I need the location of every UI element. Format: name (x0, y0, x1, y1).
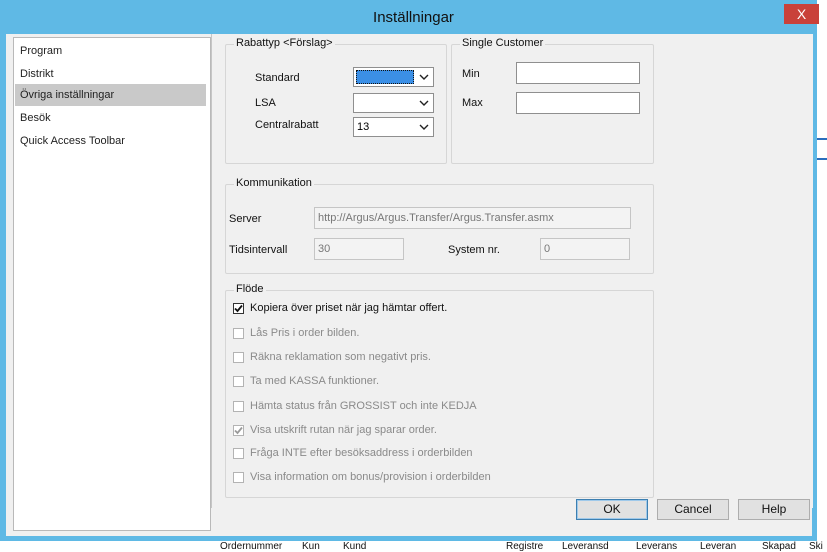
tidsintervall-label: Tidsintervall (229, 244, 288, 256)
nav-item-besok[interactable]: Besök (15, 107, 206, 129)
standard-label: Standard (255, 72, 300, 84)
server-label: Server (229, 213, 262, 225)
chevron-down-icon (419, 74, 429, 80)
option-label: Hämta status från GROSSIST och inte KEDJ… (250, 400, 477, 412)
option-label: Visa utskrift rutan när jag sparar order… (250, 424, 437, 436)
background-app-accent (817, 138, 827, 140)
checkbox[interactable] (233, 448, 244, 459)
background-column-header: Skapad (762, 541, 796, 552)
min-label: Min (462, 68, 480, 80)
flode-group-title: Flöde (234, 283, 266, 295)
help-button[interactable]: Help (738, 499, 810, 520)
checkbox[interactable] (233, 472, 244, 483)
background-column-header: Kund (343, 541, 367, 552)
background-column-header: Registre (506, 541, 544, 552)
tidsintervall-input[interactable]: 30 (314, 238, 404, 260)
background-column-header: Kun (302, 541, 320, 552)
checkbox[interactable] (233, 328, 244, 339)
lsa-select[interactable] (353, 93, 434, 113)
close-icon: X (796, 6, 807, 22)
checkmark-icon (234, 426, 243, 435)
background-column-header: Leveransd (562, 541, 609, 552)
centralrabatt-value: 13 (357, 121, 370, 133)
system-nr-value: 0 (544, 243, 551, 255)
background-column-header: Leveran (700, 541, 737, 552)
background-column-header: Ski (809, 541, 823, 552)
checkbox[interactable] (233, 376, 244, 387)
close-button[interactable]: X (784, 4, 819, 24)
nav-item-distrikt[interactable]: Distrikt (15, 63, 206, 85)
chevron-down-icon (419, 100, 429, 106)
option-label: Fråga INTE efter besöksaddress i orderbi… (250, 447, 473, 459)
system-nr-input[interactable]: 0 (540, 238, 630, 260)
background-column-header: Leverans (636, 541, 678, 552)
background-app-header-row: Ordernummer Kun Kund Registre Leveransd … (0, 540, 827, 552)
ok-button[interactable]: OK (576, 499, 648, 520)
background-app-edge (816, 0, 827, 552)
checkbox[interactable] (233, 352, 244, 363)
centralrabatt-label: Centralrabatt (255, 119, 319, 131)
nav-item-ovriga-installningar[interactable]: Övriga inställningar (15, 84, 206, 106)
kommunikation-group-title: Kommunikation (234, 177, 314, 189)
single-customer-group-title: Single Customer (460, 37, 546, 49)
checkmark-icon (234, 304, 243, 313)
option-label: Ta med KASSA funktioner. (250, 375, 380, 387)
server-input[interactable]: http://Argus/Argus.Transfer/Argus.Transf… (314, 207, 631, 229)
system-nr-label: System nr. (448, 244, 500, 256)
standard-select[interactable] (353, 67, 434, 87)
server-value: http://Argus/Argus.Transfer/Argus.Transf… (318, 212, 554, 224)
lsa-label: LSA (255, 97, 276, 109)
option-label: Visa information om bonus/provision i or… (250, 471, 491, 483)
standard-selection-highlight (356, 70, 414, 84)
option-label: Lås Pris i order bilden. (250, 327, 360, 339)
chevron-down-icon (419, 124, 429, 130)
cancel-button[interactable]: Cancel (657, 499, 729, 520)
option-label: Kopiera över priset när jag hämtar offer… (250, 302, 448, 314)
flode-group: Flöde (225, 283, 654, 498)
settings-nav-list: Program Distrikt Övriga inställningar Be… (13, 37, 211, 531)
background-app-accent (817, 158, 827, 160)
kommunikation-group: Kommunikation (225, 177, 654, 274)
dialog-title: Inställningar (373, 9, 454, 26)
max-label: Max (462, 97, 483, 109)
centralrabatt-select[interactable]: 13 (353, 117, 434, 137)
rabattyp-group-title: Rabattyp <Förslag> (234, 37, 335, 49)
background-column-header: Ordernummer (220, 541, 283, 552)
nav-item-quick-access-toolbar[interactable]: Quick Access Toolbar (15, 130, 206, 152)
nav-item-program[interactable]: Program (15, 40, 206, 62)
checkbox[interactable] (233, 401, 244, 412)
option-label: Räkna reklamation som negativt pris. (250, 351, 431, 363)
min-input[interactable] (516, 62, 640, 84)
max-input[interactable] (516, 92, 640, 114)
tidsintervall-value: 30 (318, 243, 331, 255)
